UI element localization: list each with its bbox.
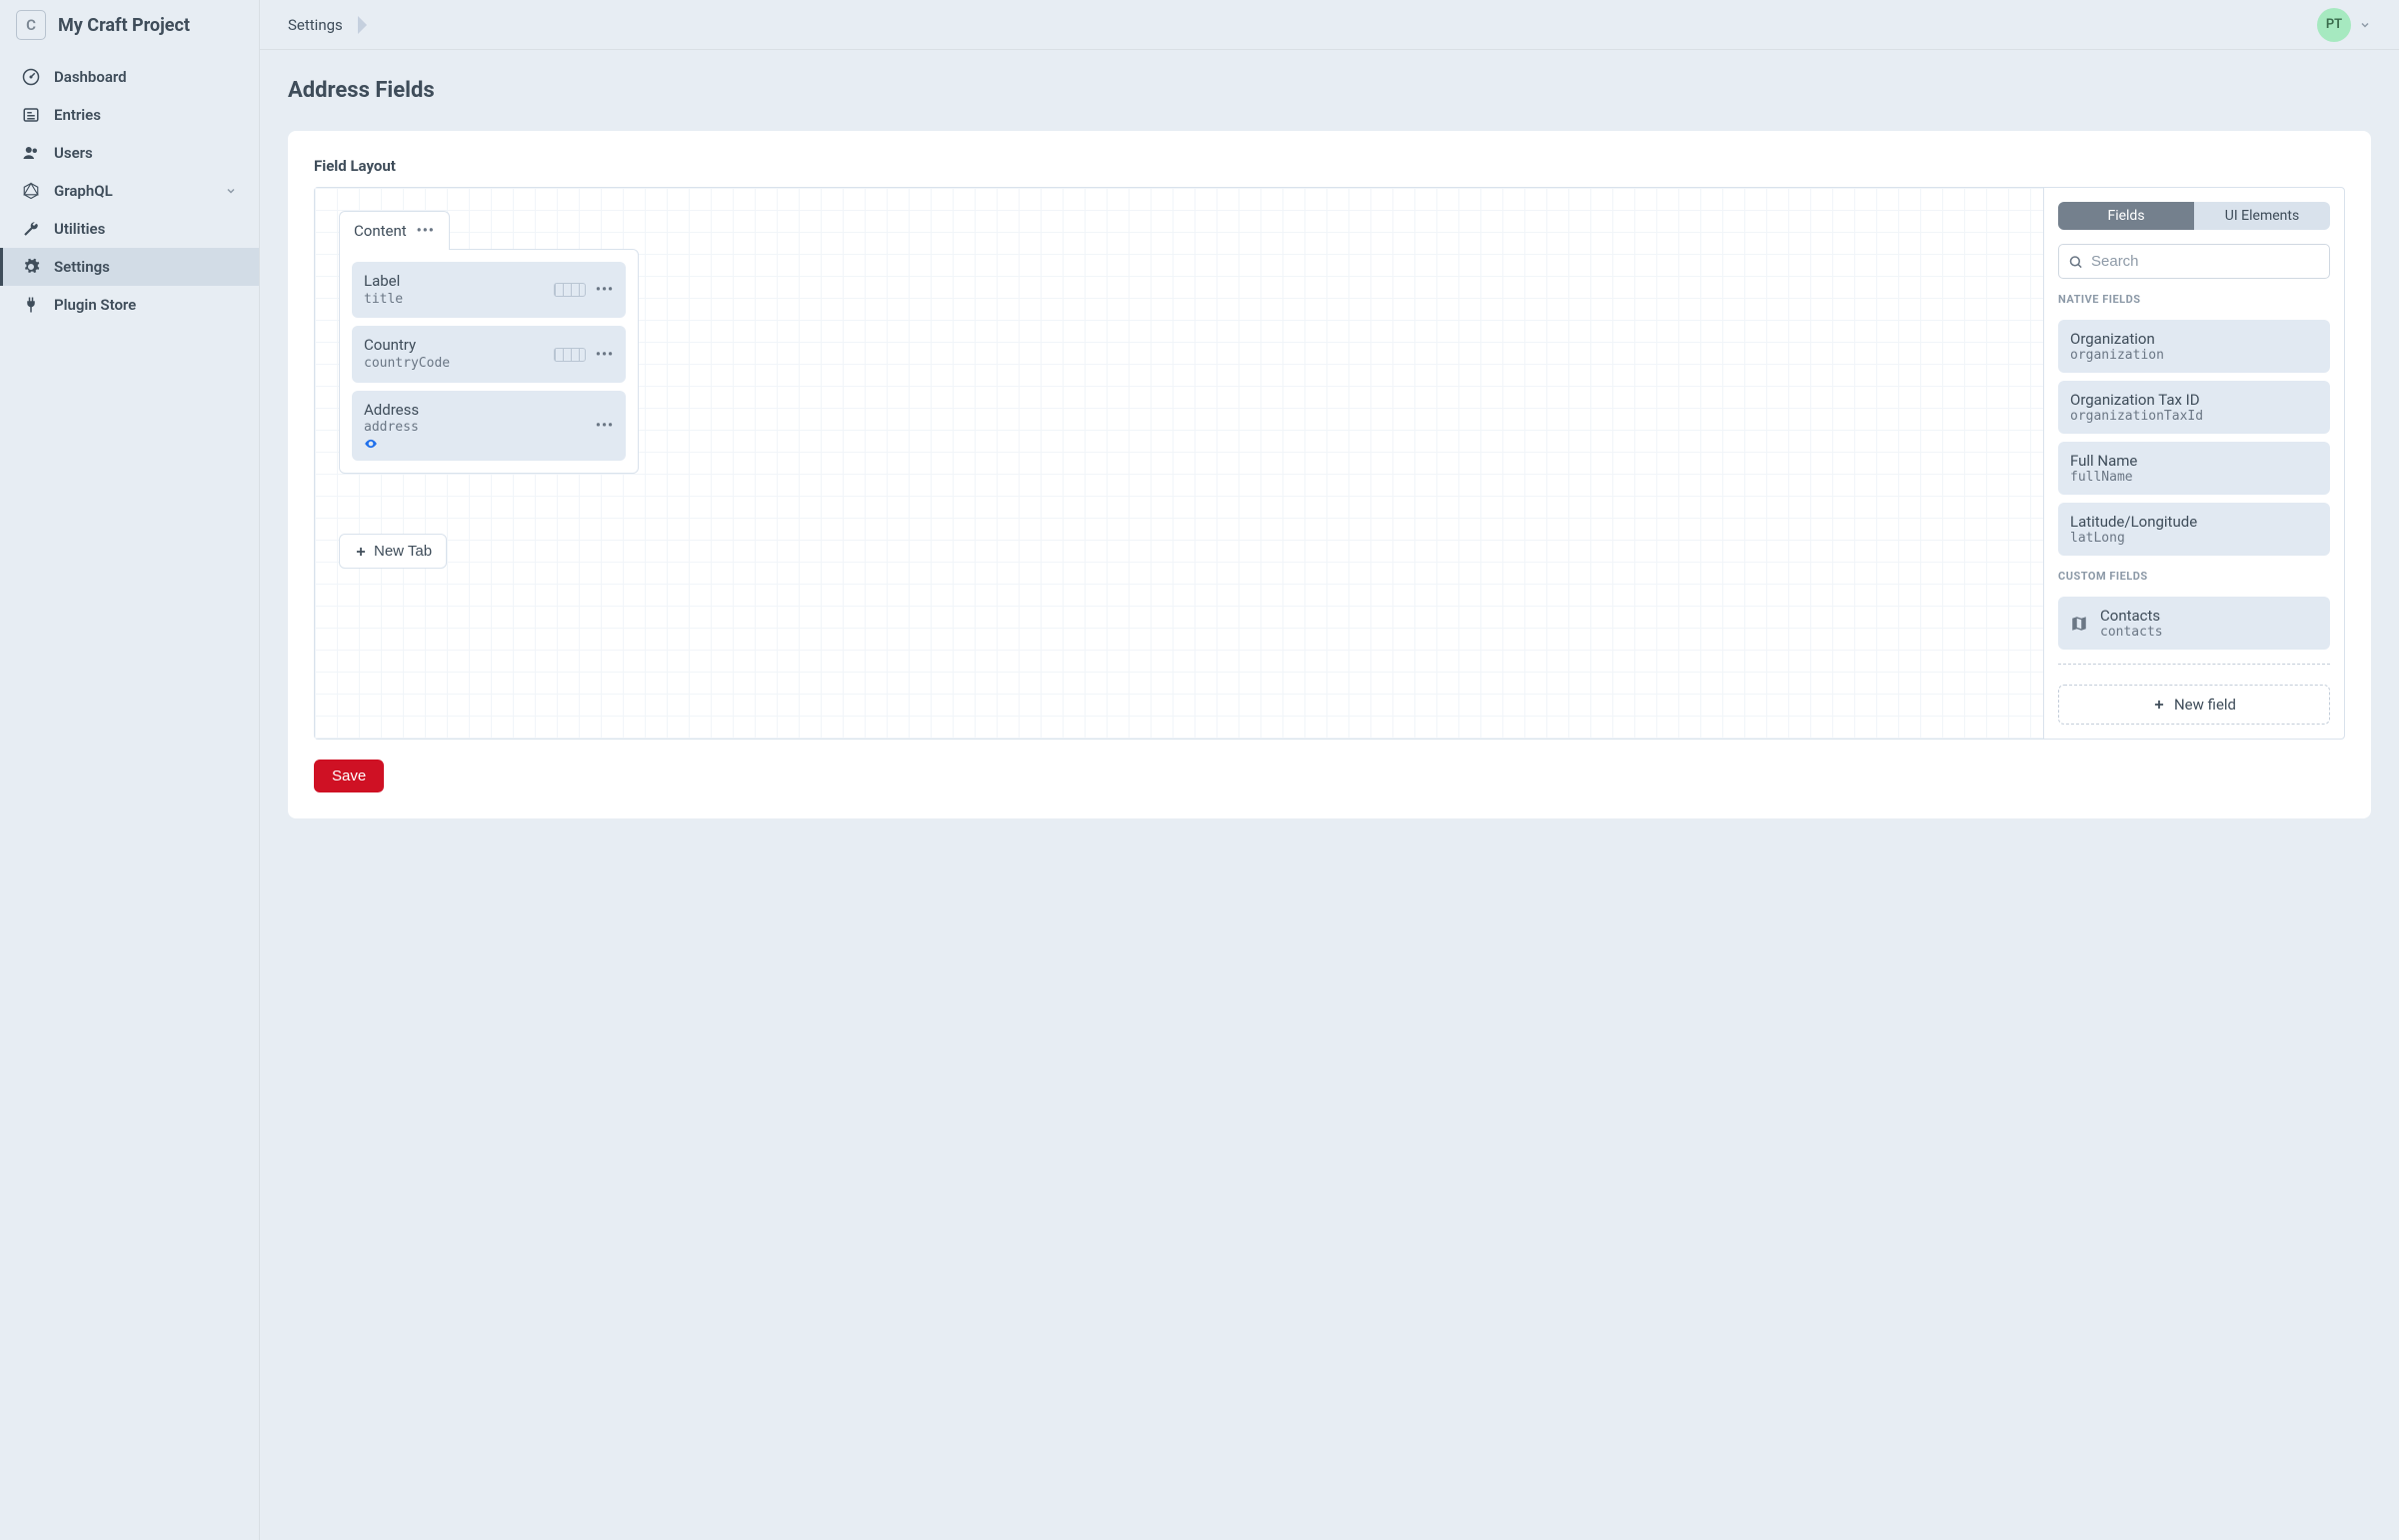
sidebar-item-entries[interactable]: Entries <box>0 96 259 134</box>
field-actions-menu[interactable]: ••• <box>596 282 614 298</box>
library-field-label: Contacts <box>2100 607 2318 625</box>
sidebar-item-label: Utilities <box>54 220 105 238</box>
layout-field[interactable]: Address address ••• <box>352 391 626 461</box>
new-tab-label: New Tab <box>374 543 432 560</box>
native-fields-heading: NATIVE FIELDS <box>2058 293 2330 306</box>
newspaper-icon <box>22 106 40 124</box>
sidebar-item-label: Dashboard <box>54 68 127 86</box>
field-library: Fields UI Elements NATIVE FIELDS <box>2044 188 2344 739</box>
project-name[interactable]: My Craft Project <box>58 15 190 36</box>
eye-icon <box>364 437 586 451</box>
sidebar-item-label: GraphQL <box>54 182 113 200</box>
layout-tab-body: Label title ••• Country countr <box>339 249 639 474</box>
panel: Field Layout Content ••• <box>288 131 2371 818</box>
library-tabs: Fields UI Elements <box>2058 202 2330 230</box>
library-field-label: Latitude/Longitude <box>2070 513 2318 531</box>
sidebar-item-utilities[interactable]: Utilities <box>0 210 259 248</box>
chevron-down-icon <box>225 185 237 197</box>
sidebar-item-label: Plugin Store <box>54 296 136 314</box>
library-field-handle: organization <box>2070 348 2318 363</box>
layout-field-handle: countryCode <box>364 356 544 373</box>
graphql-icon <box>22 182 40 200</box>
library-field[interactable]: Organization organization <box>2058 320 2330 373</box>
layout-field[interactable]: Country countryCode ••• <box>352 326 626 382</box>
avatar: PT <box>2317 8 2351 42</box>
sidebar: C My Craft Project Dashboard Entries U <box>0 0 260 1540</box>
chevron-down-icon <box>2359 19 2371 31</box>
save-button[interactable]: Save <box>314 760 384 792</box>
layout-tab[interactable]: Content ••• <box>339 211 450 250</box>
new-tab-button[interactable]: New Tab <box>339 534 447 569</box>
layout-field[interactable]: Label title ••• <box>352 262 626 318</box>
app-logo[interactable]: C <box>16 10 46 40</box>
sidebar-item-graphql[interactable]: GraphQL <box>0 172 259 210</box>
panel-heading: Field Layout <box>314 157 2345 175</box>
sidebar-header: C My Craft Project <box>0 0 259 50</box>
tab-actions-menu[interactable]: ••• <box>417 223 435 239</box>
library-field-label: Organization Tax ID <box>2070 391 2318 409</box>
users-icon <box>22 144 40 162</box>
custom-fields-heading: CUSTOM FIELDS <box>2058 570 2330 583</box>
search-icon <box>2068 254 2083 269</box>
new-field-label: New field <box>2174 696 2236 714</box>
sidebar-item-label: Users <box>54 144 93 162</box>
header: Settings PT <box>260 0 2399 50</box>
plus-icon <box>354 545 368 559</box>
search-input[interactable] <box>2058 244 2330 279</box>
gear-icon <box>22 258 40 276</box>
layout-field-handle: address <box>364 420 586 437</box>
layout-tab-name: Content <box>354 222 407 240</box>
library-field[interactable]: Organization Tax ID organizationTaxId <box>2058 381 2330 434</box>
sidebar-item-label: Settings <box>54 258 110 276</box>
sidebar-item-dashboard[interactable]: Dashboard <box>0 58 259 96</box>
search-box <box>2058 244 2330 279</box>
library-field[interactable]: Full Name fullName <box>2058 442 2330 495</box>
field-layout-designer: Content ••• Label title <box>314 187 2345 740</box>
library-field-handle: fullName <box>2070 470 2318 485</box>
wrench-icon <box>22 220 40 238</box>
plus-icon <box>2152 698 2166 712</box>
library-field-label: Organization <box>2070 330 2318 348</box>
field-actions-menu[interactable]: ••• <box>596 347 614 363</box>
nav: Dashboard Entries Users GraphQL <box>0 50 259 324</box>
width-indicator[interactable] <box>554 348 586 362</box>
new-field-button[interactable]: New field <box>2058 685 2330 725</box>
library-tab-ui-elements[interactable]: UI Elements <box>2194 202 2330 230</box>
field-actions-menu[interactable]: ••• <box>596 418 614 434</box>
layout-field-handle: title <box>364 292 544 309</box>
width-indicator[interactable] <box>554 283 586 297</box>
gauge-icon <box>22 68 40 86</box>
plug-icon <box>22 296 40 314</box>
library-field-handle: organizationTaxId <box>2070 409 2318 424</box>
library-field-label: Full Name <box>2070 452 2318 470</box>
page-title: Address Fields <box>288 78 2371 103</box>
library-field[interactable]: Contacts contacts <box>2058 597 2330 650</box>
sidebar-item-label: Entries <box>54 106 101 124</box>
library-field-handle: latLong <box>2070 531 2318 546</box>
sidebar-item-settings[interactable]: Settings <box>0 248 259 286</box>
layout-field-label: Label <box>364 272 544 292</box>
layout-field-label: Address <box>364 401 586 421</box>
sidebar-item-plugin-store[interactable]: Plugin Store <box>0 286 259 324</box>
layout-canvas[interactable]: Content ••• Label title <box>315 188 2044 739</box>
breadcrumb[interactable]: Settings <box>288 16 343 34</box>
user-menu[interactable]: PT <box>2317 8 2371 42</box>
layout-field-label: Country <box>364 336 544 356</box>
library-tab-fields[interactable]: Fields <box>2058 202 2194 230</box>
library-field-handle: contacts <box>2100 625 2318 640</box>
sidebar-item-users[interactable]: Users <box>0 134 259 172</box>
library-field[interactable]: Latitude/Longitude latLong <box>2058 503 2330 556</box>
map-icon <box>2070 615 2088 633</box>
